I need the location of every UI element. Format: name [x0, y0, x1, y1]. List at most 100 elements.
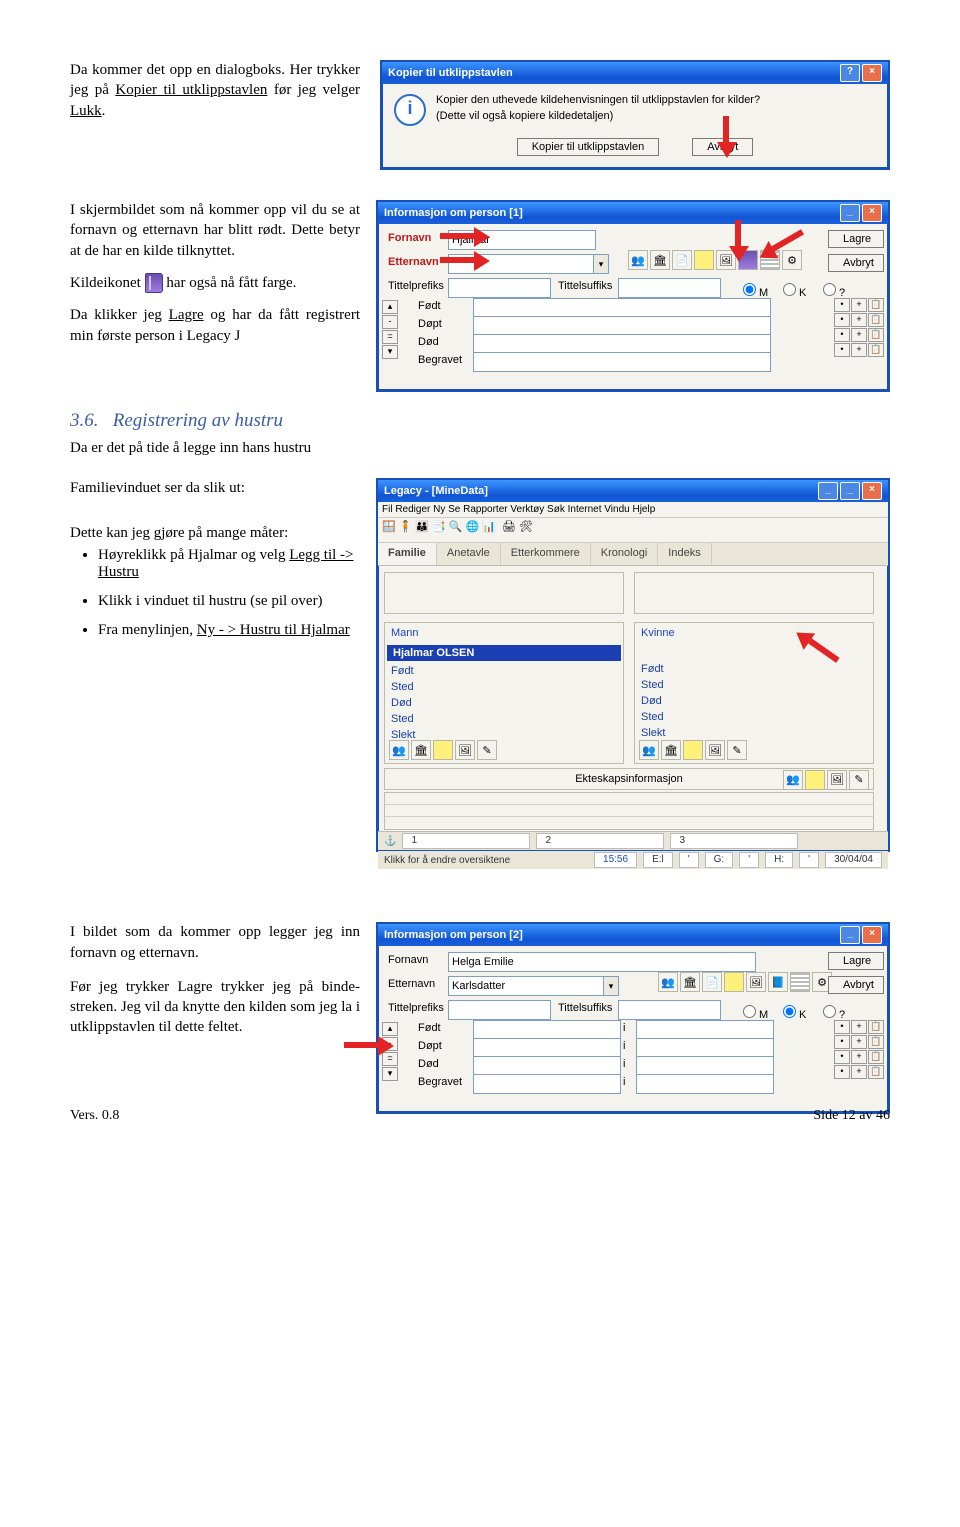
- arrow-button[interactable]: ▾: [382, 345, 398, 359]
- tittelsuffiks-input[interactable]: [618, 278, 721, 298]
- dot-button[interactable]: •: [834, 1050, 850, 1064]
- pane-note-icon[interactable]: [433, 740, 453, 760]
- clip-button[interactable]: 📋: [868, 1050, 884, 1064]
- plus-button[interactable]: +: [851, 313, 867, 327]
- dropdown-icon[interactable]: ▾: [603, 976, 619, 996]
- help-icon[interactable]: [840, 64, 860, 82]
- dopt-input-2[interactable]: [473, 1038, 621, 1058]
- person-name-bar[interactable]: Hjalmar OLSEN: [387, 645, 621, 661]
- plus-button[interactable]: +: [851, 1065, 867, 1079]
- dropdown-icon[interactable]: ▾: [593, 254, 609, 274]
- maximize-icon[interactable]: [840, 482, 860, 500]
- tool-icon[interactable]: 📑: [432, 520, 446, 540]
- dot-button[interactable]: •: [834, 343, 850, 357]
- tab-indeks[interactable]: Indeks: [658, 543, 711, 565]
- book-icon[interactable]: 📘: [768, 972, 788, 992]
- gender-k-radio-2[interactable]: [783, 1005, 796, 1018]
- pane-tool-icon[interactable]: 👥: [639, 740, 659, 760]
- pane-tool-icon[interactable]: 🖼: [827, 770, 847, 790]
- page-1[interactable]: 1: [402, 833, 530, 849]
- clip-button[interactable]: 📋: [868, 328, 884, 342]
- equals-button[interactable]: =: [382, 330, 398, 344]
- gender-k-radio[interactable]: [783, 283, 796, 296]
- arrow-button[interactable]: ▴: [382, 300, 398, 314]
- note-icon[interactable]: [694, 250, 714, 270]
- dod-sted-input[interactable]: [636, 1056, 774, 1076]
- tittelprefiks-input-2[interactable]: [448, 1000, 551, 1020]
- ekteskap-pane[interactable]: Ekteskapsinformasjon 👥 🖼 ✎: [384, 768, 874, 790]
- plus-button[interactable]: +: [851, 298, 867, 312]
- cancel-button-2[interactable]: Avbryt: [828, 254, 884, 272]
- people-icon[interactable]: 👥: [628, 250, 648, 270]
- pane-tool-icon[interactable]: 🏛: [661, 740, 681, 760]
- tittelsuffiks-input-2[interactable]: [618, 1000, 721, 1020]
- arrow-button[interactable]: ▴: [382, 1022, 398, 1036]
- plus-button[interactable]: +: [851, 1020, 867, 1034]
- pane-note-icon[interactable]: [805, 770, 825, 790]
- tool-icon[interactable]: 🧍: [399, 520, 413, 540]
- grid-icon[interactable]: [790, 972, 810, 992]
- save-button[interactable]: Lagre: [828, 230, 884, 248]
- tool-icon[interactable]: 🖨: [502, 520, 516, 540]
- fodt-input-2[interactable]: [473, 1020, 621, 1040]
- tittelprefiks-input[interactable]: [448, 278, 551, 298]
- pane-tool-icon[interactable]: ✎: [727, 740, 747, 760]
- close-icon[interactable]: [862, 204, 882, 222]
- children-pane[interactable]: [384, 792, 874, 830]
- pane-tool-icon[interactable]: ✎: [477, 740, 497, 760]
- minus-button[interactable]: -: [382, 315, 398, 329]
- gender-q-radio-2[interactable]: [823, 1005, 836, 1018]
- people-icon[interactable]: 👥: [658, 972, 678, 992]
- gender-q-radio[interactable]: [823, 283, 836, 296]
- dopt-sted-input[interactable]: [636, 1038, 774, 1058]
- fornavn-input-2[interactable]: [448, 952, 756, 972]
- pane-note-icon[interactable]: [683, 740, 703, 760]
- plus-button[interactable]: +: [851, 328, 867, 342]
- begravet-sted-input[interactable]: [636, 1074, 774, 1094]
- pane-tool-icon[interactable]: 👥: [389, 740, 409, 760]
- tab-familie[interactable]: Familie: [378, 543, 437, 565]
- clip-button[interactable]: 📋: [868, 313, 884, 327]
- etternavn-input-2[interactable]: [448, 976, 606, 996]
- pane-tool-icon[interactable]: 🖼: [705, 740, 725, 760]
- begravet-input[interactable]: [473, 352, 771, 372]
- tool-icon[interactable]: 👪: [415, 520, 429, 540]
- clip-button[interactable]: 📋: [868, 1020, 884, 1034]
- gender-m-radio-2[interactable]: [743, 1005, 756, 1018]
- dopt-input[interactable]: [473, 316, 771, 336]
- kvinne-pane[interactable]: Kvinne Født Sted Død Sted Slekt 👥 🏛 🖼 ✎: [634, 622, 874, 764]
- note-icon[interactable]: [724, 972, 744, 992]
- fodt-sted-input[interactable]: [636, 1020, 774, 1040]
- clip-button[interactable]: 📋: [868, 298, 884, 312]
- pane-tool-icon[interactable]: 👥: [783, 770, 803, 790]
- tool-icon[interactable]: 📊: [482, 520, 496, 540]
- page-3[interactable]: 3: [670, 833, 798, 849]
- toolbar[interactable]: 🪟 🧍 👪 📑 🔍 🌐 📊 🖨 🛠: [378, 518, 888, 543]
- dot-button[interactable]: •: [834, 298, 850, 312]
- pane-tool-icon[interactable]: 🏛: [411, 740, 431, 760]
- tool-icon[interactable]: 🔍: [449, 520, 463, 540]
- media-icon[interactable]: 🖼: [746, 972, 766, 992]
- mother-pane[interactable]: [634, 572, 874, 614]
- fodt-input[interactable]: [473, 298, 771, 318]
- clip-button[interactable]: 📋: [868, 1065, 884, 1079]
- tool-icon[interactable]: 🌐: [466, 520, 480, 540]
- tab-anetavle[interactable]: Anetavle: [437, 543, 501, 565]
- tab-etterkommere[interactable]: Etterkommere: [501, 543, 591, 565]
- mann-pane[interactable]: Mann Hjalmar OLSEN Født Sted Død Sted Sl…: [384, 622, 624, 764]
- close-icon[interactable]: [862, 482, 882, 500]
- doc-icon[interactable]: 📄: [702, 972, 722, 992]
- gender-m-radio[interactable]: [743, 283, 756, 296]
- minimize-icon[interactable]: [840, 926, 860, 944]
- minimize-icon[interactable]: [840, 204, 860, 222]
- doc-icon[interactable]: 📄: [672, 250, 692, 270]
- dot-button[interactable]: •: [834, 313, 850, 327]
- plus-button[interactable]: +: [851, 343, 867, 357]
- dot-button[interactable]: •: [834, 328, 850, 342]
- plus-button[interactable]: +: [851, 1035, 867, 1049]
- pane-tool-icon[interactable]: 🖼: [455, 740, 475, 760]
- save-button-2[interactable]: Lagre: [828, 952, 884, 970]
- cancel-button-3[interactable]: Avbryt: [828, 976, 884, 994]
- minimize-icon[interactable]: [818, 482, 838, 500]
- dot-button[interactable]: •: [834, 1020, 850, 1034]
